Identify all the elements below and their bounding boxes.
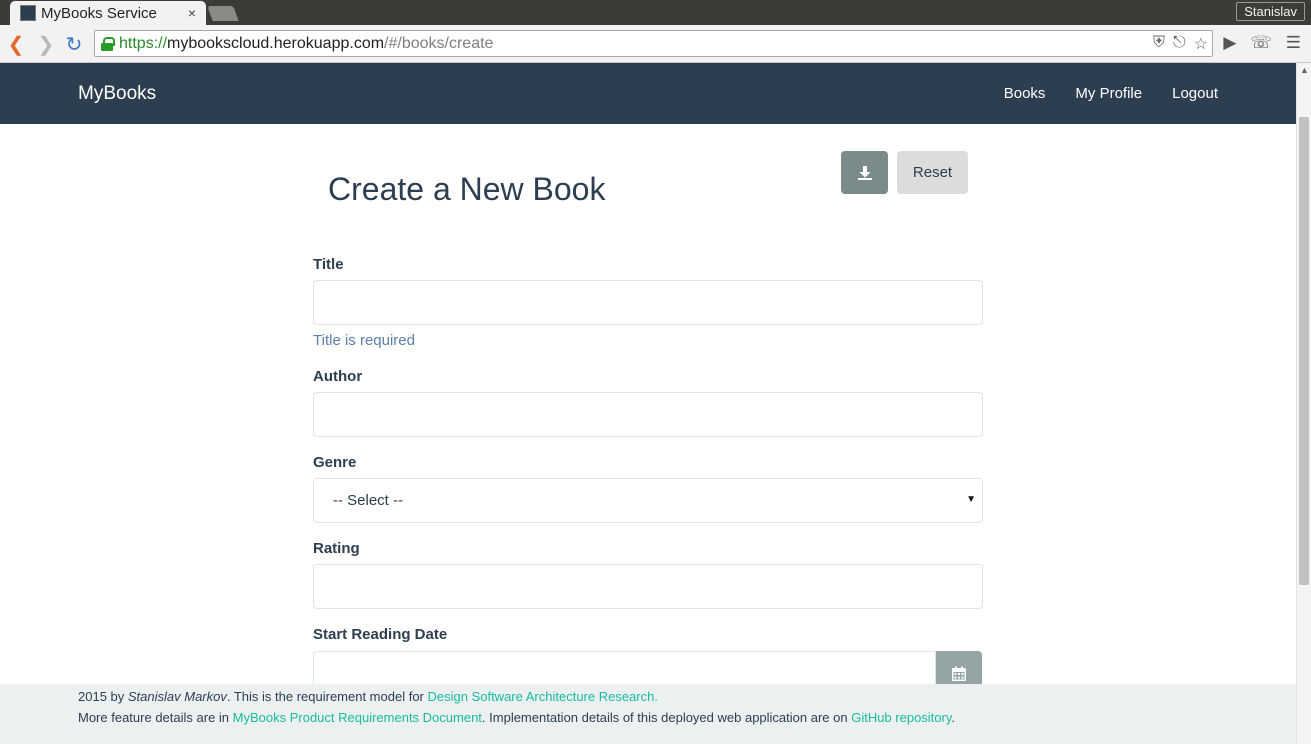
forward-icon[interactable]: ❯: [34, 32, 58, 56]
footer-year: 2015 by: [78, 689, 128, 704]
page-viewport: MyBooks Books My Profile Logout Create a…: [0, 63, 1296, 744]
title-label: Title: [313, 256, 344, 273]
footer-text: More feature details are in: [78, 710, 233, 725]
shield-icon[interactable]: ⛨: [1153, 34, 1165, 54]
app-navbar: MyBooks Books My Profile Logout: [0, 63, 1296, 124]
author-label: Author: [313, 368, 363, 385]
footer-link-requirements[interactable]: MyBooks Product Requirements Document: [233, 710, 482, 725]
reset-button[interactable]: Reset: [897, 151, 968, 194]
scroll-up-icon[interactable]: ▲: [1300, 65, 1309, 75]
lock-icon: [101, 36, 115, 51]
save-button[interactable]: [841, 151, 888, 194]
footer-text: . Implementation details of this deploye…: [481, 710, 852, 725]
url-path: /#/books/create: [384, 34, 494, 52]
url-host: mybookscloud.herokuapp.com: [167, 34, 385, 52]
close-tab-icon[interactable]: ×: [188, 5, 196, 21]
download-icon: [857, 165, 872, 180]
new-tab-button[interactable]: [207, 6, 239, 21]
page-scrollbar[interactable]: ▲: [1296, 63, 1311, 744]
tab-title: MyBooks Service: [41, 4, 157, 22]
start-date-label: Start Reading Date: [313, 626, 448, 643]
audio-extension-icon[interactable]: ▶: [1223, 33, 1236, 53]
footer-author: Stanislav Markov: [127, 689, 227, 704]
genre-label: Genre: [313, 454, 357, 471]
calendar-icon: [952, 666, 966, 681]
page-footer: 2015 by Stanislav Markov. This is the re…: [0, 684, 1296, 744]
url-text[interactable]: https://mybookscloud.herokuapp.com/#/boo…: [119, 35, 493, 53]
footer-text: . This is the requirement model for: [226, 689, 428, 704]
browser-toolbar: ❮ ❯ ↻ https://mybookscloud.herokuapp.com…: [0, 25, 1311, 63]
back-icon[interactable]: ❮: [4, 32, 28, 56]
browser-tab[interactable]: MyBooks Service ×: [10, 1, 206, 25]
brand-link[interactable]: MyBooks: [78, 83, 156, 105]
address-bar[interactable]: https://mybookscloud.herokuapp.com/#/boo…: [94, 30, 1213, 57]
scroll-thumb[interactable]: [1299, 117, 1309, 585]
url-scheme: https://: [119, 34, 168, 52]
footer-link-github[interactable]: GitHub repository: [851, 710, 951, 725]
footer-line-2: More feature details are in MyBooks Prod…: [78, 710, 955, 725]
rating-input[interactable]: [313, 564, 983, 609]
title-input[interactable]: [313, 280, 983, 325]
phone-extension-icon[interactable]: ☏: [1250, 33, 1271, 53]
menu-icon[interactable]: ☰: [1286, 33, 1301, 53]
page-title: Create a New Book: [328, 171, 606, 207]
rating-label: Rating: [313, 540, 360, 557]
footer-text: .: [951, 710, 956, 725]
profile-button[interactable]: Stanislav: [1236, 2, 1305, 21]
favicon-icon: [20, 5, 36, 21]
nav-link-logout[interactable]: Logout: [1172, 85, 1218, 102]
nav-links: Books My Profile Logout: [1004, 85, 1218, 102]
title-validation-message: Title is required: [313, 332, 415, 349]
nav-link-my-profile[interactable]: My Profile: [1075, 85, 1142, 102]
omnibox-icons: ⛨ ⎋ ☆: [1153, 34, 1208, 54]
key-icon[interactable]: ⎋: [1173, 34, 1186, 54]
extension-icons: ▶ ☏ ☰: [1223, 33, 1301, 53]
footer-link-research[interactable]: Design Software Architecture Research.: [427, 689, 658, 704]
genre-select[interactable]: -- Select -- ▼: [313, 478, 983, 523]
genre-selected-value: -- Select --: [333, 492, 404, 509]
browser-tabstrip: MyBooks Service × Stanislav: [0, 0, 1311, 25]
star-icon[interactable]: ☆: [1194, 34, 1208, 54]
footer-line-1: 2015 by Stanislav Markov. This is the re…: [78, 689, 658, 704]
nav-link-books[interactable]: Books: [1004, 85, 1046, 102]
dropdown-arrow-icon: ▼: [966, 494, 976, 505]
reload-icon[interactable]: ↻: [62, 32, 86, 56]
author-input[interactable]: [313, 392, 983, 437]
